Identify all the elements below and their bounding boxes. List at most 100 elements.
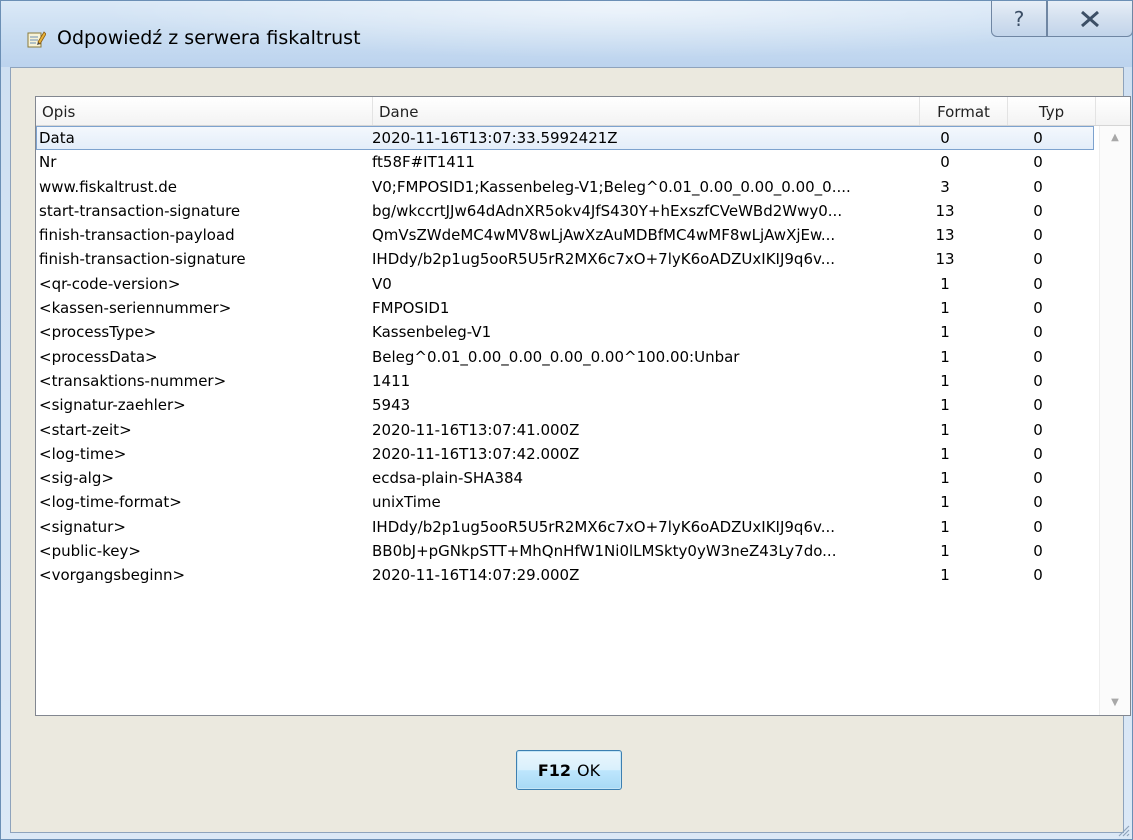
cell-dane: V0;FMPOSID1;Kassenbeleg-V1;Beleg^0.01_0.…	[372, 177, 851, 196]
cell-typ: 0	[1033, 323, 1043, 342]
scroll-down-arrow-icon[interactable]: ▼	[1100, 693, 1130, 713]
cell-typ: 0	[1033, 299, 1043, 318]
table-row[interactable]: <transaktions-nummer> 1411 1 0	[36, 369, 1094, 393]
cell-opis: <kassen-seriennummer>	[39, 299, 232, 318]
response-list[interactable]: Opis Dane Format Typ Data 2020-11-16T13:0…	[35, 96, 1131, 716]
cell-opis: <qr-code-version>	[39, 274, 181, 293]
cell-opis: Nr	[39, 153, 57, 172]
list-rows: Data 2020-11-16T13:07:33.5992421Z 0 0 Nr ft58…	[36, 126, 1094, 588]
cell-typ: 0	[1033, 542, 1043, 561]
help-button[interactable]: ?	[991, 1, 1047, 37]
table-row[interactable]: <sig-alg> ecdsa-plain-SHA384 1 0	[36, 466, 1094, 490]
cell-dane: Kassenbeleg-V1	[372, 323, 492, 342]
cell-typ: 0	[1033, 153, 1043, 172]
cell-dane: Beleg^0.01_0.00_0.00_0.00_0.00^100.00:Un…	[372, 347, 740, 366]
cell-format: 0	[940, 153, 950, 172]
table-row[interactable]: <start-zeit> 2020-11-16T13:07:41.000Z 1 0	[36, 418, 1094, 442]
cell-typ: 0	[1033, 420, 1043, 439]
cell-dane: 2020-11-16T13:07:33.5992421Z	[372, 129, 618, 147]
cell-opis: <start-zeit>	[39, 420, 132, 439]
scroll-up-arrow-icon[interactable]: ▲	[1100, 128, 1130, 148]
cell-dane: 1411	[372, 371, 411, 390]
help-icon: ?	[1013, 6, 1025, 31]
cell-dane: V0	[372, 274, 392, 293]
vertical-scrollbar[interactable]: ▲ ▼	[1099, 126, 1130, 715]
window-title: Odpowiedź z serwera fiskaltrust	[57, 27, 361, 49]
cell-typ: 0	[1033, 517, 1043, 536]
resize-grip-icon[interactable]	[1116, 823, 1130, 837]
cell-opis: finish-transaction-signature	[39, 250, 246, 269]
cell-dane: 5943	[372, 396, 411, 415]
cell-opis: <processData>	[39, 347, 158, 366]
cell-format: 1	[940, 493, 950, 512]
cell-dane: IHDdy/b2p1ug5ooR5U5rR2MX6c7xO+7lyK6oADZU…	[372, 250, 836, 269]
cell-opis: <signatur>	[39, 517, 126, 536]
ok-button[interactable]: F12 OK	[516, 750, 622, 790]
column-header-dane[interactable]: Dane	[373, 97, 920, 125]
cell-dane: ecdsa-plain-SHA384	[372, 469, 524, 488]
table-row[interactable]: Nr ft58F#IT1411 0 0	[36, 150, 1094, 174]
table-row[interactable]: <log-time-format> unixTime 1 0	[36, 490, 1094, 514]
list-header: Opis Dane Format Typ	[36, 97, 1130, 126]
cell-dane: bg/wkccrtJJw64dAdnXR5okv4JfS430Y+hExszfC…	[372, 201, 843, 220]
table-row[interactable]: Data 2020-11-16T13:07:33.5992421Z 0 0	[36, 126, 1094, 151]
cell-format: 1	[940, 396, 950, 415]
column-header-opis[interactable]: Opis	[36, 97, 373, 125]
cell-opis: Data	[39, 129, 75, 147]
column-header-format[interactable]: Format	[920, 97, 1008, 125]
cell-format: 1	[940, 542, 950, 561]
cell-format: 1	[940, 469, 950, 488]
cell-dane: ft58F#IT1411	[372, 153, 475, 172]
cell-dane: 2020-11-16T13:07:41.000Z	[372, 420, 580, 439]
cell-format: 1	[940, 420, 950, 439]
cell-typ: 0	[1033, 469, 1043, 488]
table-row[interactable]: <qr-code-version> V0 1 0	[36, 272, 1094, 296]
cell-typ: 0	[1033, 177, 1043, 196]
cell-format: 1	[940, 566, 950, 585]
table-row[interactable]: <signatur> IHDdy/b2p1ug5ooR5U5rR2MX6c7xO+…	[36, 515, 1094, 539]
cell-dane: 2020-11-16T13:07:42.000Z	[372, 444, 580, 463]
cell-typ: 0	[1033, 129, 1043, 147]
table-row[interactable]: <public-key> BB0bJ+pGNkpSTT+MhQnHfW1Ni0lL…	[36, 539, 1094, 563]
cell-opis: www.fiskaltrust.de	[39, 177, 178, 196]
cell-dane: IHDdy/b2p1ug5ooR5U5rR2MX6c7xO+7lyK6oADZU…	[372, 517, 836, 536]
cell-format: 13	[935, 201, 955, 220]
close-button[interactable]	[1047, 1, 1133, 37]
table-row[interactable]: start-transaction-signature bg/wkccrtJJw6…	[36, 199, 1094, 223]
cell-format: 1	[940, 347, 950, 366]
table-row[interactable]: finish-transaction-signature IHDdy/b2p1ug…	[36, 247, 1094, 271]
table-row[interactable]: <signatur-zaehler> 5943 1 0	[36, 393, 1094, 417]
receipt-pencil-icon	[27, 31, 46, 48]
cell-dane: QmVsZWdeMC4wMV8wLjAwXzAuMDBfMC4wMF8wLjAw…	[372, 226, 836, 245]
cell-typ: 0	[1033, 566, 1043, 585]
ok-button-shortcut: F12	[537, 760, 572, 780]
table-row[interactable]: <log-time> 2020-11-16T13:07:42.000Z 1 0	[36, 442, 1094, 466]
cell-typ: 0	[1033, 493, 1043, 512]
cell-format: 1	[940, 299, 950, 318]
cell-typ: 0	[1033, 226, 1043, 245]
cell-typ: 0	[1033, 371, 1043, 390]
dialog-window: Odpowiedź z serwera fiskaltrust ? Opis D…	[0, 0, 1133, 840]
cell-dane: unixTime	[372, 493, 441, 512]
table-row[interactable]: <kassen-seriennummer> FMPOSID1 1 0	[36, 296, 1094, 320]
cell-opis: <public-key>	[39, 542, 141, 561]
cell-format: 1	[940, 371, 950, 390]
column-header-typ[interactable]: Typ	[1008, 97, 1096, 125]
cell-format: 0	[940, 129, 950, 147]
title-bar[interactable]: Odpowiedź z serwera fiskaltrust ?	[1, 1, 1133, 67]
table-row[interactable]: <vorgangsbeginn> 2020-11-16T14:07:29.000Z…	[36, 563, 1094, 587]
cell-opis: <sig-alg>	[39, 469, 114, 488]
table-row[interactable]: <processType> Kassenbeleg-V1 1 0	[36, 320, 1094, 344]
cell-typ: 0	[1033, 201, 1043, 220]
table-row[interactable]: www.fiskaltrust.de V0;FMPOSID1;Kassenbele…	[36, 175, 1094, 199]
cell-opis: <signatur-zaehler>	[39, 396, 186, 415]
cell-format: 1	[940, 517, 950, 536]
table-row[interactable]: finish-transaction-payload QmVsZWdeMC4wMV…	[36, 223, 1094, 247]
cell-opis: <vorgangsbeginn>	[39, 566, 186, 585]
cell-format: 3	[940, 177, 950, 196]
table-row[interactable]: <processData> Beleg^0.01_0.00_0.00_0.00_0…	[36, 345, 1094, 369]
cell-format: 13	[935, 250, 955, 269]
dialog-body: Opis Dane Format Typ Data 2020-11-16T13:0…	[10, 67, 1131, 833]
cell-opis: <processType>	[39, 323, 157, 342]
cell-format: 13	[935, 226, 955, 245]
